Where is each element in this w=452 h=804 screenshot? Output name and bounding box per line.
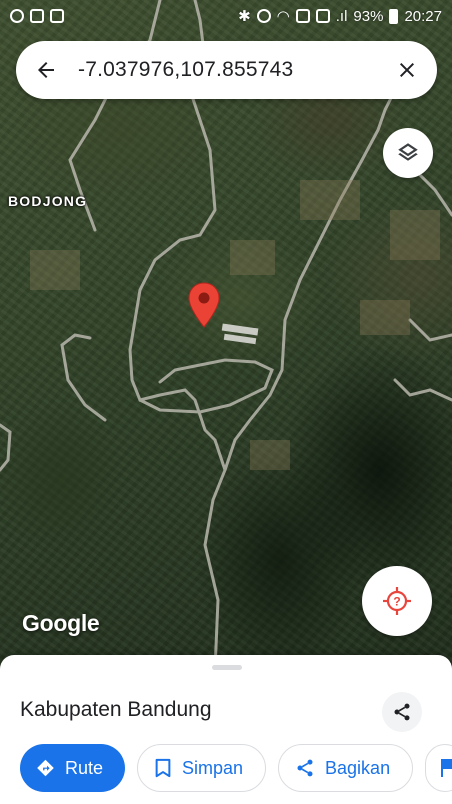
shield-icon — [295, 9, 310, 23]
whatsapp-icon — [10, 9, 24, 23]
share-icon — [297, 759, 313, 777]
road-west2 — [0, 423, 12, 472]
field-3 — [250, 440, 290, 470]
map-place-label: BODJONG — [8, 193, 88, 209]
share-icon — [394, 703, 410, 721]
road-ne — [413, 168, 452, 217]
status-bar: ✱ ◠ .ıl 93% 20:27 — [0, 0, 452, 32]
signal-icon: .ıl — [335, 7, 348, 25]
battery-percent: 93% — [353, 7, 384, 25]
road-se — [393, 378, 452, 402]
building-1 — [221, 323, 259, 336]
road-loop — [138, 358, 274, 414]
close-icon — [400, 63, 414, 77]
clock: 20:27 — [404, 7, 442, 25]
battery-icon — [389, 8, 399, 24]
field-5 — [390, 210, 440, 260]
place-title: Kabupaten Bandung — [20, 698, 212, 721]
layers-icon — [398, 143, 418, 161]
wifi-icon: ◠ — [276, 8, 290, 25]
building-2 — [223, 333, 257, 345]
field-2 — [360, 300, 410, 335]
search-input[interactable]: -7.037976,107.855743 — [78, 58, 391, 82]
my-location-button[interactable]: ? — [362, 566, 432, 636]
action-chips: Rute Simpan Bagikan — [20, 744, 452, 792]
svg-text:?: ? — [393, 595, 400, 609]
road-east2 — [408, 318, 452, 342]
back-button[interactable] — [32, 56, 60, 84]
search-bar[interactable]: -7.037976,107.855743 — [16, 41, 437, 99]
alarm-icon — [256, 9, 271, 23]
facebook-icon — [30, 9, 44, 23]
field-1 — [300, 180, 360, 220]
notification-icons — [10, 9, 64, 23]
system-icons: ✱ ◠ .ıl 93% 20:27 — [238, 7, 442, 26]
place-bottom-sheet[interactable]: Kabupaten Bandung Rute Simpan Bagikan — [0, 655, 452, 804]
directions-icon — [37, 759, 54, 777]
share-button[interactable]: Bagikan — [278, 744, 414, 792]
locate-icon: ? — [383, 587, 411, 615]
share-label: Bagikan — [325, 757, 391, 778]
arrow-left-icon — [38, 62, 54, 78]
field-6 — [230, 240, 275, 275]
layers-button[interactable] — [383, 128, 433, 178]
route-button[interactable]: Rute — [20, 744, 125, 792]
facebook-icon — [50, 9, 64, 23]
google-logo: Google — [22, 610, 100, 636]
share-icon-button[interactable] — [382, 692, 422, 732]
bluetooth-icon: ✱ — [238, 8, 251, 25]
drag-handle[interactable] — [212, 665, 242, 670]
bookmark-icon — [155, 758, 171, 778]
road-west — [60, 333, 107, 422]
save-button[interactable]: Simpan — [137, 744, 267, 792]
flag-icon — [441, 759, 452, 777]
image-icon — [315, 9, 330, 23]
field-4 — [30, 250, 80, 290]
route-label: Rute — [64, 757, 103, 778]
road-main — [128, 0, 227, 670]
save-label: Simpan — [182, 757, 244, 778]
map-pin-icon[interactable] — [187, 282, 221, 328]
clear-search-button[interactable] — [391, 54, 423, 86]
label-button[interactable] — [425, 744, 452, 792]
